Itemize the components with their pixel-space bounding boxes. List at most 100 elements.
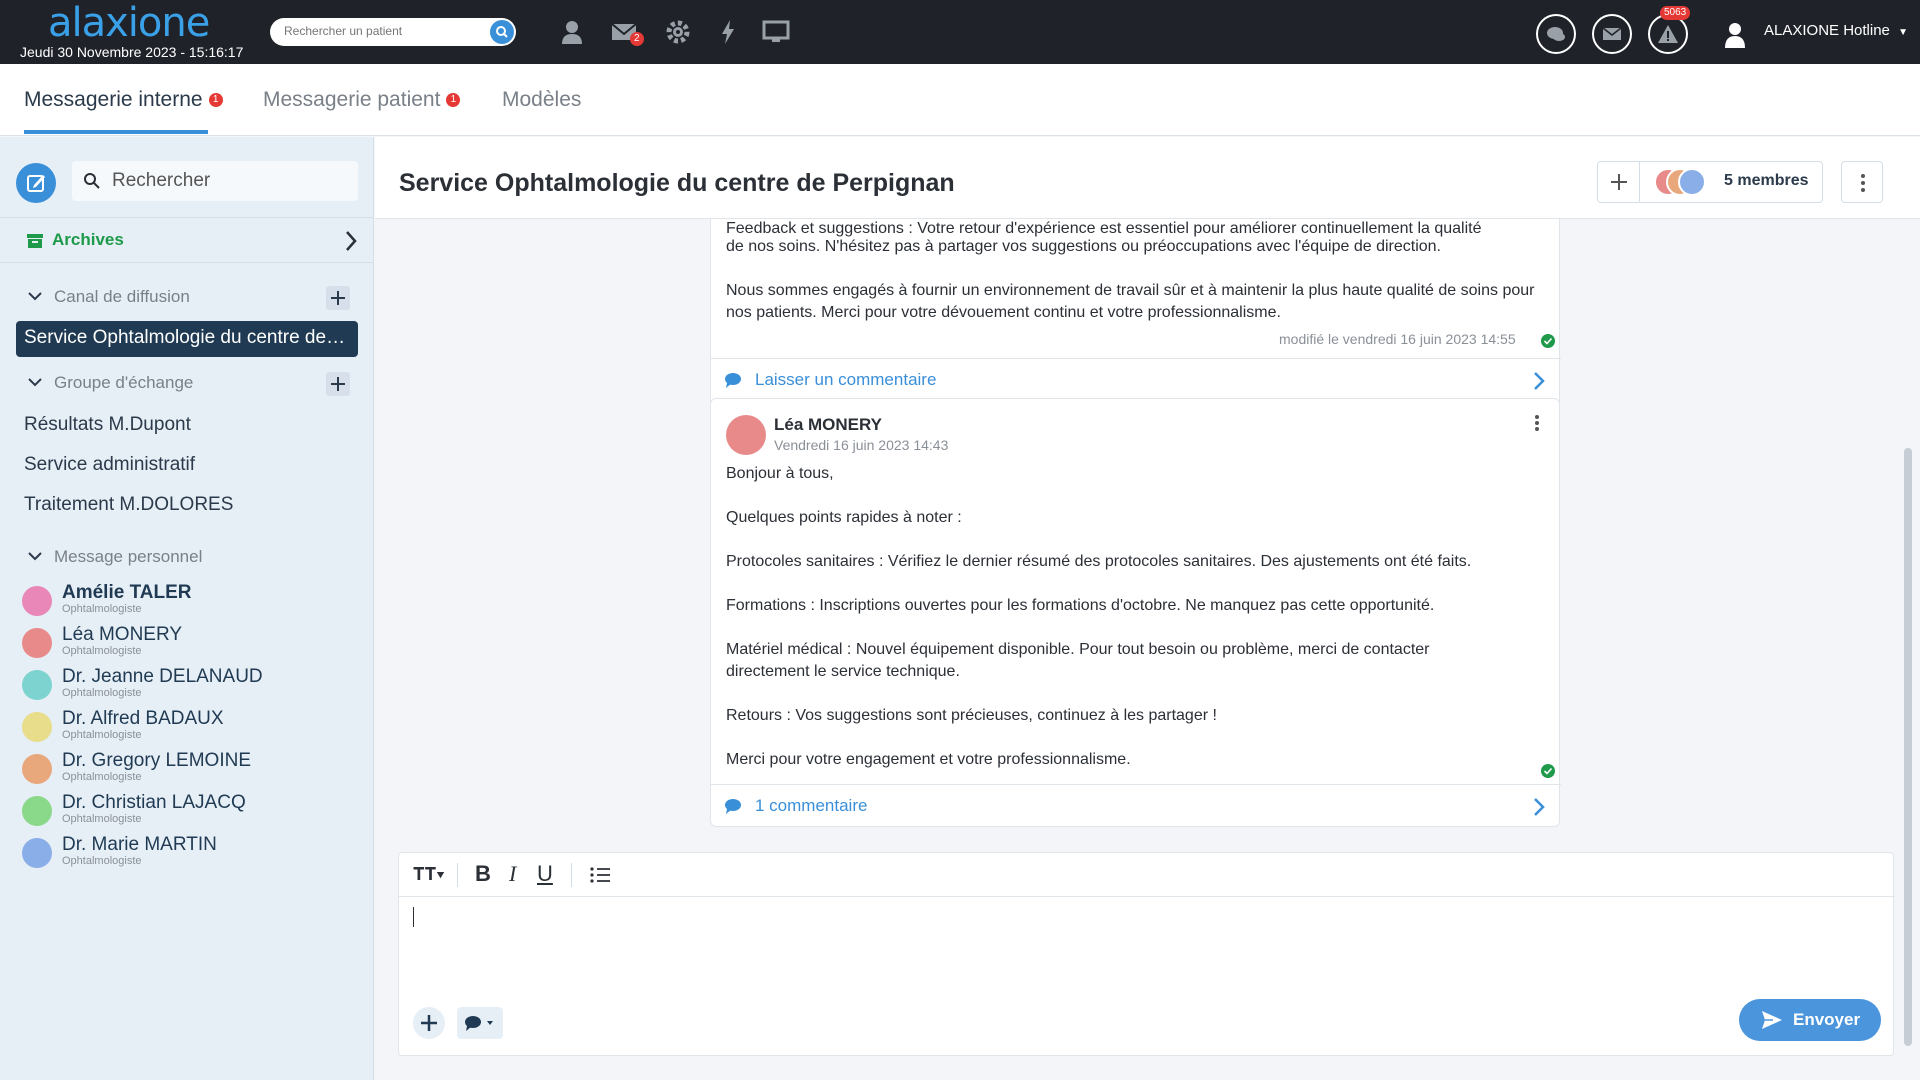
contact-name: Dr. Alfred BADAUX: [62, 708, 224, 729]
user-avatar-icon[interactable]: [1721, 20, 1749, 48]
paper-plane-icon: [1762, 1011, 1782, 1029]
vertical-dots-icon: [1535, 415, 1539, 431]
formatting-toolbar: 𝐓𝐓▾ B I U: [399, 853, 1895, 897]
message-text: Protocoles sanitaires : Vérifiez le dern…: [726, 553, 1472, 570]
contact-name: Dr. Jeanne DELANAUD: [62, 666, 263, 687]
user-menu[interactable]: ALAXIONE Hotline ▼: [1764, 22, 1908, 39]
quick-reply-dropdown[interactable]: [457, 1007, 503, 1039]
contact-name: Amélie TALER: [62, 582, 192, 603]
chat-bubbles-icon: [1547, 27, 1565, 41]
monitor-icon[interactable]: [762, 18, 790, 46]
contact-role: Ophtalmologiste: [62, 729, 142, 741]
alerts-button[interactable]: 5063: [1648, 6, 1691, 54]
add-broadcast-button[interactable]: [326, 286, 350, 310]
chevron-right-icon: [1534, 372, 1545, 390]
add-member-button[interactable]: [1598, 162, 1640, 202]
read-check-icon: [1541, 334, 1555, 348]
tab-bar: Messagerie interne 1 Messagerie patient 1 …: [0, 64, 1920, 136]
avatar: [22, 754, 52, 784]
search-icon: [496, 26, 508, 38]
message-text: Matériel médical : Nouvel équipement dis…: [726, 641, 1430, 680]
send-button[interactable]: Envoyer: [1739, 999, 1881, 1041]
modified-timestamp: modifié le vendredi 16 juin 2023 14:55: [1279, 331, 1516, 347]
contact-name: Dr. Gregory LEMOINE: [62, 750, 251, 771]
tab-templates[interactable]: Modèles: [502, 88, 581, 112]
patient-search: [270, 18, 516, 46]
bold-icon[interactable]: B: [475, 861, 491, 887]
text-size-icon[interactable]: 𝐓𝐓▾: [413, 864, 445, 885]
italic-icon[interactable]: I: [509, 861, 516, 887]
contact-name: Dr. Christian LAJACQ: [62, 792, 246, 813]
top-bar: alaxione Jeudi 30 Novembre 2023 - 15:16:…: [0, 0, 1920, 64]
comment-link[interactable]: Laisser un commentaire: [711, 358, 1561, 400]
exchange-section-toggle[interactable]: Groupe d'échange: [26, 373, 193, 393]
edit-icon: [27, 175, 45, 192]
message-input[interactable]: [413, 907, 1881, 987]
conversation-menu-button[interactable]: [1841, 161, 1883, 203]
author-name[interactable]: Léa MONERY: [774, 415, 882, 435]
message-text: Bonjour à tous,: [726, 465, 834, 482]
compose-button[interactable]: [16, 163, 56, 203]
group-item[interactable]: Résultats M.Dupont: [24, 414, 191, 436]
bullet-list-icon[interactable]: [589, 865, 611, 885]
toolbar-divider: [457, 863, 458, 887]
group-item[interactable]: Service administratif: [24, 454, 195, 476]
underline-icon[interactable]: U: [537, 861, 553, 887]
lightning-icon[interactable]: [714, 18, 742, 46]
tab-label: Messagerie patient: [263, 88, 441, 111]
message-options-button[interactable]: [1525, 411, 1549, 435]
tab-badge: 1: [208, 93, 223, 108]
warning-icon: [1658, 25, 1678, 43]
chevron-down-icon: [28, 378, 42, 387]
sidebar-search-input[interactable]: Rechercher: [72, 161, 358, 201]
message-button[interactable]: [1592, 14, 1632, 54]
search-button[interactable]: [490, 20, 514, 44]
mail-icon[interactable]: 2: [610, 18, 644, 46]
attach-button[interactable]: [413, 1007, 445, 1039]
envelope-icon: [1602, 27, 1622, 40]
contact-role: Ophtalmologiste: [62, 603, 142, 615]
tab-internal-messaging[interactable]: Messagerie interne 1: [24, 88, 223, 112]
message-card: Léa MONERY Vendredi 16 juin 2023 14:43 B…: [710, 398, 1561, 827]
avatar: [22, 838, 52, 868]
messages-scrollbar[interactable]: [1904, 448, 1912, 1046]
personal-section-toggle[interactable]: Message personnel: [26, 547, 202, 567]
archives-label: Archives: [52, 230, 124, 249]
message-text: Formations : Inscriptions ouvertes pour …: [726, 597, 1435, 614]
channel-item-active[interactable]: Service Ophtalmologie du centre de Perpi…: [16, 321, 358, 357]
avatar: [1678, 168, 1706, 196]
text-cursor: [413, 907, 414, 927]
add-group-button[interactable]: [326, 372, 350, 396]
sidebar: Rechercher Archives Canal de diffusion S…: [0, 137, 374, 1080]
avatar: [22, 670, 52, 700]
chevron-right-icon: [346, 231, 357, 251]
settings-gear-icon[interactable]: [664, 18, 692, 46]
avatar: [22, 796, 52, 826]
message-text: Quelques points rapides à noter :: [726, 509, 962, 526]
comment-link-label: 1 commentaire: [755, 796, 868, 815]
broadcast-section-toggle[interactable]: Canal de diffusion: [26, 287, 190, 307]
chat-button[interactable]: [1536, 14, 1576, 54]
search-icon: [84, 173, 100, 189]
user-name: ALAXIONE Hotline: [1764, 22, 1890, 39]
patient-search-input[interactable]: [284, 24, 484, 38]
contact-name: Léa MONERY: [62, 624, 183, 645]
app-logo[interactable]: alaxione: [48, 0, 210, 46]
mail-badge: 2: [630, 32, 644, 46]
contact-role: Ophtalmologiste: [62, 687, 142, 699]
patient-icon[interactable]: [558, 18, 586, 46]
message-composer: 𝐓𝐓▾ B I U Envoyer: [398, 852, 1895, 1056]
contact-role: Ophtalmologiste: [62, 771, 142, 783]
read-check-icon: [1541, 764, 1555, 778]
plus-icon: [421, 1015, 437, 1031]
archives-link[interactable]: Archives: [0, 217, 374, 263]
messages-area: Feedback et suggestions : Votre retour d…: [375, 219, 1920, 834]
comment-link[interactable]: 1 commentaire: [711, 784, 1561, 826]
chevron-down-icon: ▼: [1898, 27, 1908, 38]
message-date: Vendredi 16 juin 2023 14:43: [774, 437, 949, 453]
personal-header: Message personnel: [54, 547, 203, 566]
speech-bubble-icon: [465, 1016, 493, 1031]
tab-patient-messaging[interactable]: Messagerie patient 1: [263, 88, 461, 112]
conversation-title: Service Ophtalmologie du centre de Perpi…: [399, 169, 955, 197]
group-item[interactable]: Traitement M.DOLORES: [24, 494, 233, 516]
